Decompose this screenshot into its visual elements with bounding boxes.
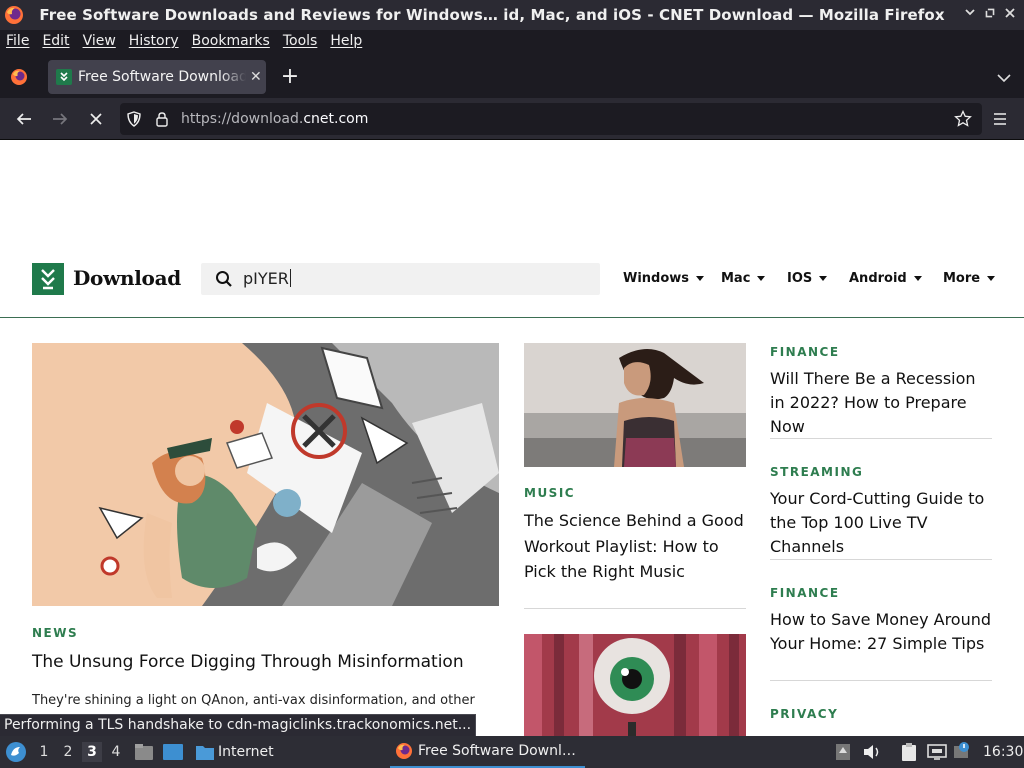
tab-label: Free Software Downloads and Reviews for … xyxy=(78,69,246,85)
side-headline-1[interactable]: Will There Be a Recession in 2022? How t… xyxy=(770,367,992,439)
nav-more[interactable]: More xyxy=(943,271,996,286)
clipboard-icon[interactable] xyxy=(900,742,918,762)
web-page: Download pIYER Windows Mac IOS Android M… xyxy=(0,140,1024,736)
firefox-icon xyxy=(396,743,412,759)
task-label: Free Software Downl… xyxy=(418,743,576,759)
start-menu-icon[interactable] xyxy=(5,741,27,763)
workspace-3[interactable]: 3 xyxy=(82,742,102,762)
back-arrow-icon[interactable] xyxy=(13,108,35,130)
bookmark-star-icon[interactable] xyxy=(954,110,972,128)
chevron-down-icon xyxy=(913,276,922,281)
launcher-internet[interactable]: Internet xyxy=(218,736,274,768)
maximize-icon[interactable] xyxy=(982,7,998,23)
music-headline[interactable]: The Science Behind a Good Workout Playli… xyxy=(524,508,752,585)
menu-help[interactable]: Help xyxy=(330,33,362,49)
chevron-down-icon xyxy=(757,276,766,281)
nav-mac[interactable]: Mac xyxy=(721,271,766,286)
side-headline-2[interactable]: Your Cord-Cutting Guide to the Top 100 L… xyxy=(770,487,992,559)
site-header: Download pIYER Windows Mac IOS Android M… xyxy=(0,260,1024,318)
search-value: pIYER xyxy=(243,269,291,288)
nav-android[interactable]: Android xyxy=(849,271,922,286)
side-category-2[interactable]: STREAMING xyxy=(770,465,863,479)
desktop-icon[interactable] xyxy=(162,743,184,761)
minimize-icon[interactable] xyxy=(962,7,978,23)
workspace-4[interactable]: 4 xyxy=(106,742,126,762)
divider xyxy=(524,608,746,609)
menu-view[interactable]: View xyxy=(83,33,116,49)
hamburger-menu-icon[interactable] xyxy=(990,109,1010,129)
hero-excerpt: They're shining a light on QAnon, anti-v… xyxy=(32,693,475,708)
notification-icon[interactable] xyxy=(953,741,973,761)
menu-edit[interactable]: Edit xyxy=(42,33,69,49)
chevron-down-icon[interactable] xyxy=(994,68,1014,88)
folder-icon[interactable] xyxy=(195,743,215,761)
search-icon xyxy=(216,271,232,287)
side-category-4[interactable]: PRIVACY xyxy=(770,707,838,721)
menu-file[interactable]: File xyxy=(6,33,29,49)
side-category-3[interactable]: FINANCE xyxy=(770,586,840,600)
lock-icon[interactable] xyxy=(154,111,170,127)
file-manager-icon[interactable] xyxy=(134,743,154,761)
workspace-2[interactable]: 2 xyxy=(58,742,78,762)
tab-strip: Free Software Downloads and Reviews for … xyxy=(0,56,1024,98)
status-panel: Performing a TLS handshake to cdn-magicl… xyxy=(0,714,477,737)
nav-ios[interactable]: IOS xyxy=(787,271,828,286)
divider xyxy=(770,438,992,439)
menu-history[interactable]: History xyxy=(129,33,179,49)
nav-windows[interactable]: Windows xyxy=(623,271,705,286)
task-firefox[interactable]: Free Software Downl… xyxy=(390,736,585,768)
site-logo-text[interactable]: Download xyxy=(73,266,181,290)
new-tab-icon[interactable]: + xyxy=(280,64,300,90)
workspace-1[interactable]: 1 xyxy=(34,742,54,762)
side-category-1[interactable]: FINANCE xyxy=(770,345,840,359)
forward-arrow-icon[interactable] xyxy=(49,108,71,130)
hero-article-image[interactable] xyxy=(32,343,499,606)
menu-bookmarks[interactable]: Bookmarks xyxy=(192,33,270,49)
volume-icon[interactable] xyxy=(862,743,882,761)
tab-close-icon[interactable]: ✕ xyxy=(250,69,262,85)
url-prefix: https://download. xyxy=(181,111,304,127)
taskbar: 1 2 3 4 Internet Free Software Downl… 16… xyxy=(0,736,1024,768)
hero-category[interactable]: NEWS xyxy=(32,626,78,640)
stop-loading-icon[interactable] xyxy=(85,108,107,130)
hero-headline[interactable]: The Unsung Force Digging Through Misinfo… xyxy=(32,650,499,674)
chevron-down-icon xyxy=(696,276,705,281)
tracking-shield-icon[interactable] xyxy=(126,111,142,127)
window-titlebar: Free Software Downloads and Reviews for … xyxy=(0,0,1024,30)
eye-article-image[interactable] xyxy=(524,634,746,736)
chevron-down-icon xyxy=(819,276,828,281)
cnet-download-favicon xyxy=(56,69,72,85)
clock[interactable]: 16:30 xyxy=(983,736,1023,768)
url-text: https://download.cnet.com xyxy=(181,103,368,135)
music-category[interactable]: MUSIC xyxy=(524,486,575,500)
window-title: Free Software Downloads and Reviews for … xyxy=(39,6,945,24)
chevron-down-icon xyxy=(987,276,996,281)
screen: Free Software Downloads and Reviews for … xyxy=(0,0,1024,768)
divider xyxy=(770,559,992,560)
close-window-icon[interactable] xyxy=(1002,7,1018,23)
updates-icon[interactable] xyxy=(835,743,851,761)
tab-cnet-download[interactable]: Free Software Downloads and Reviews for … xyxy=(48,60,266,94)
menu-bar: File Edit View History Bookmarks Tools H… xyxy=(0,30,1024,52)
download-logo-icon[interactable] xyxy=(32,263,64,295)
network-icon[interactable] xyxy=(927,743,947,761)
firefox-view-icon[interactable] xyxy=(9,67,29,87)
menu-tools[interactable]: Tools xyxy=(283,33,318,49)
side-headline-3[interactable]: How to Save Money Around Your Home: 27 S… xyxy=(770,608,992,656)
divider xyxy=(770,680,992,681)
site-search-input[interactable]: pIYER xyxy=(201,263,600,295)
music-article-image[interactable] xyxy=(524,343,746,467)
url-host: cnet.com xyxy=(303,111,369,127)
navigation-toolbar: https://download.cnet.com xyxy=(0,98,1024,140)
address-bar[interactable]: https://download.cnet.com xyxy=(120,103,982,135)
